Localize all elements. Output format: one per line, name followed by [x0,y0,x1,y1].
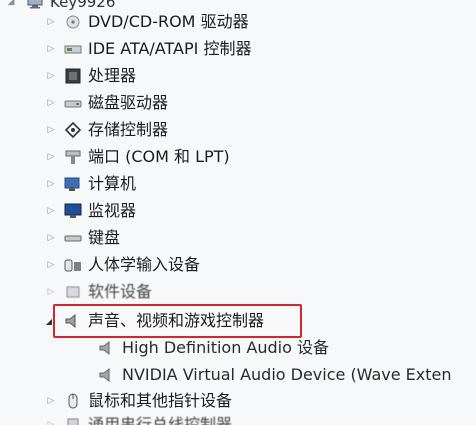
tree-item-disk[interactable]: ▷ 磁盘驱动器 [0,91,476,115]
tree-item-label: 监视器 [88,201,137,220]
tree-item-label: 声音、视频和游戏控制器 [88,311,265,330]
collapsed-arrow-icon[interactable]: ▷ [46,124,56,136]
tree-item-label: 鼠标和其他指针设备 [88,391,233,410]
keyboard-icon [64,230,82,246]
collapsed-arrow-icon[interactable]: ▷ [46,232,56,244]
tree-item-dvd[interactable]: ▷ DVD/CD-ROM 驱动器 [0,10,476,34]
tree-item-label: 计算机 [88,174,137,193]
tree-item-label: 通用串行总线控制器 [88,415,233,425]
tree-item-sound[interactable]: ◢ 声音、视频和游戏控制器 [0,309,476,333]
tree-item-hid[interactable]: ▷ 人体学输入设备 [0,253,476,277]
hid-icon [64,257,82,273]
monitor-icon [64,203,82,219]
collapsed-arrow-icon[interactable]: ▷ [46,43,56,55]
tree-item-monitor[interactable]: ▷ 监视器 [0,199,476,223]
collapsed-arrow-icon[interactable]: ▷ [46,151,56,163]
optical-drive-icon [64,14,82,30]
tree-item-processor[interactable]: ▷ 处理器 [0,64,476,88]
software-device-icon [64,284,82,300]
tree-item-label: 处理器 [88,66,137,85]
collapsed-arrow-icon[interactable]: ▷ [46,286,56,298]
tree-item-mouse[interactable]: ▷ 鼠标和其他指针设备 [0,389,476,413]
collapsed-arrow-icon[interactable]: ▷ [46,259,56,271]
tree-item-usb[interactable]: ▷ 通用串行总线控制器 [0,413,476,425]
tree-item-ports[interactable]: ▷ 端口 (COM 和 LPT) [0,145,476,169]
tree-item-computer[interactable]: ▷ 计算机 [0,172,476,196]
tree-item-nvidia-audio[interactable]: NVIDIA Virtual Audio Device (Wave Exten [0,363,476,387]
tree-item-label: DVD/CD-ROM 驱动器 [88,12,249,31]
audio-icon [64,313,82,329]
disk-drive-icon [64,95,82,111]
collapsed-arrow-icon[interactable]: ▷ [46,97,56,109]
usb-icon [64,417,82,425]
expanded-arrow-icon[interactable]: ◢ [44,315,54,327]
expanded-arrow-icon[interactable]: ◢ [6,0,16,8]
collapsed-arrow-icon[interactable]: ▷ [46,395,56,407]
computer-icon [64,176,82,192]
collapsed-arrow-icon[interactable]: ▷ [46,178,56,190]
speaker-icon [98,367,116,383]
computer-icon [26,0,44,10]
collapsed-arrow-icon[interactable]: ▷ [46,70,56,82]
tree-item-storage[interactable]: ▷ 存储控制器 [0,118,476,142]
tree-item-label: 端口 (COM 和 LPT) [88,147,230,166]
processor-icon [64,68,82,84]
collapsed-arrow-icon[interactable]: ▷ [46,16,56,28]
port-icon [64,149,82,165]
tree-item-label: 键盘 [88,228,121,247]
tree-item-label: IDE ATA/ATAPI 控制器 [88,39,252,58]
device-tree: ◢ Key9926 ▷ DVD/CD-ROM 驱动器 ▷ IDE ATA/ATA… [0,0,476,425]
tree-item-label: 人体学输入设备 [88,255,201,274]
tree-item-software[interactable]: ▷ 软件设备 [0,280,476,304]
tree-item-label: 磁盘驱动器 [88,93,169,112]
collapsed-arrow-icon[interactable]: ▷ [46,419,56,425]
tree-item-label: 存储控制器 [88,120,169,139]
mouse-icon [64,393,82,409]
tree-item-label: 软件设备 [88,282,153,301]
ide-controller-icon [64,41,82,57]
tree-item-ide[interactable]: ▷ IDE ATA/ATAPI 控制器 [0,37,476,61]
tree-item-keyboard[interactable]: ▷ 键盘 [0,226,476,250]
tree-item-hd-audio[interactable]: High Definition Audio 设备 [0,336,476,360]
collapsed-arrow-icon[interactable]: ▷ [46,205,56,217]
speaker-icon [98,340,116,356]
tree-item-label: High Definition Audio 设备 [122,338,329,357]
tree-item-label: NVIDIA Virtual Audio Device (Wave Exten [122,365,452,384]
storage-controller-icon [64,122,82,138]
